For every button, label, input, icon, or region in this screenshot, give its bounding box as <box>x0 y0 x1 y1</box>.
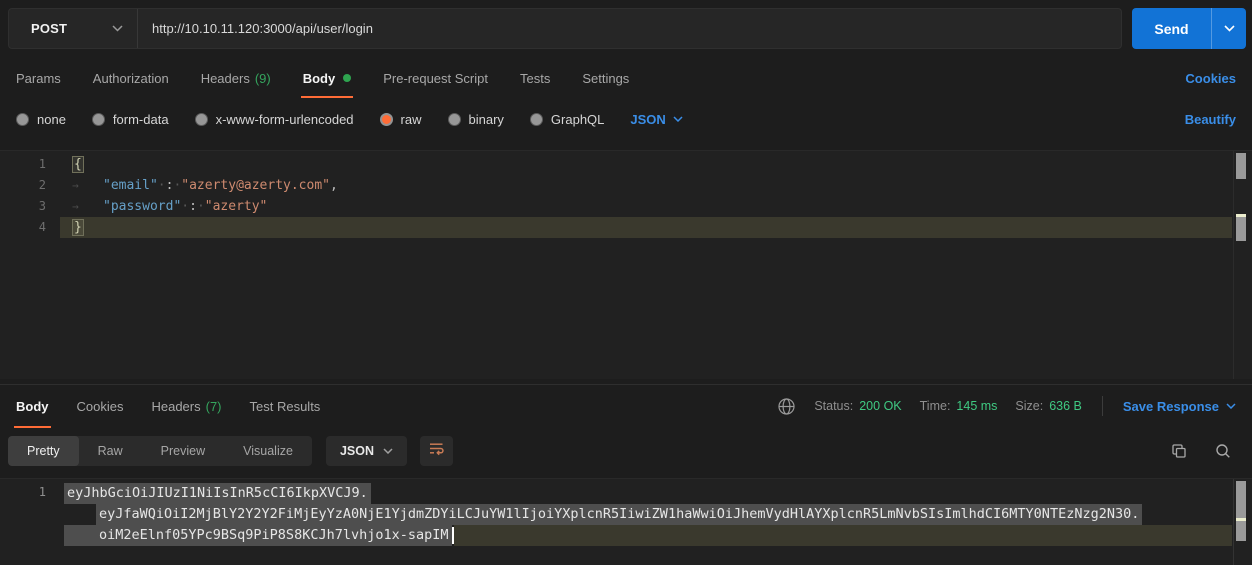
method-label: POST <box>31 21 67 36</box>
cookies-link[interactable]: Cookies <box>1185 71 1236 86</box>
view-visualize[interactable]: Visualize <box>224 436 312 466</box>
tab-authorization[interactable]: Authorization <box>93 58 169 98</box>
code-line: 1 { <box>0 154 1252 175</box>
response-tab-body[interactable]: Body <box>16 385 49 428</box>
scrollbar-thumb[interactable] <box>1236 217 1246 241</box>
radio-none[interactable]: none <box>16 112 66 127</box>
time-indicator: Time:145 ms <box>920 399 998 413</box>
response-scrollbar[interactable] <box>1233 479 1247 565</box>
scrollbar-thumb[interactable] <box>1236 153 1246 179</box>
line-number: 3 <box>0 196 60 217</box>
radio-binary[interactable]: binary <box>448 112 504 127</box>
radio-form-data[interactable]: form-data <box>92 112 169 127</box>
tab-tests[interactable]: Tests <box>520 58 550 98</box>
method-select[interactable]: POST <box>9 9 137 48</box>
code-line: 3 →"password"·:·"azerty" <box>0 196 1252 217</box>
line-number: 4 <box>0 217 60 238</box>
body-content-dot <box>343 74 351 82</box>
chevron-down-icon <box>673 116 683 122</box>
close-brace: } <box>72 219 84 236</box>
body-language-select[interactable]: JSON <box>630 112 682 127</box>
radio-icon <box>530 113 543 126</box>
response-tab-test-results[interactable]: Test Results <box>250 385 321 428</box>
tab-whitespace-icon: → <box>72 196 103 217</box>
url-field: POST http://10.10.11.120:3000/api/user/l… <box>8 8 1122 49</box>
radio-graphql[interactable]: GraphQL <box>530 112 604 127</box>
current-line-highlight <box>454 525 1233 546</box>
network-globe-icon[interactable] <box>777 397 796 416</box>
beautify-link[interactable]: Beautify <box>1185 112 1236 127</box>
code-line-current: 4 } <box>0 217 1252 238</box>
response-tab-cookies[interactable]: Cookies <box>77 385 124 428</box>
tab-pre-request-script[interactable]: Pre-request Script <box>383 58 488 98</box>
status-value: 200 OK <box>859 399 901 413</box>
chevron-down-icon <box>1224 25 1235 32</box>
request-tabs: Params Authorization Headers(9) Body Pre… <box>16 58 1236 98</box>
tab-settings[interactable]: Settings <box>582 58 629 98</box>
response-tab-headers[interactable]: Headers(7) <box>151 385 221 428</box>
radio-icon <box>92 113 105 126</box>
response-body-viewer[interactable]: 1 eyJhbGciOiJIUzI1NiIsInR5cCI6IkpXVCJ9. … <box>0 478 1252 565</box>
selected-text: oiM2eElnf05YPc9BSq9PiP8S8KCJh7lvhjo1x-sa… <box>64 525 452 546</box>
body-type-bar: none form-data x-www-form-urlencoded raw… <box>16 100 1236 138</box>
scrollbar-thumb[interactable] <box>1236 521 1246 541</box>
request-body-editor[interactable]: 1 { 2 →"email"·:·"azerty@azerty.com", 3 … <box>0 150 1252 379</box>
radio-icon <box>195 113 208 126</box>
tab-headers[interactable]: Headers(9) <box>201 58 271 98</box>
response-header: Body Cookies Headers(7) Test Results Sta… <box>0 384 1252 427</box>
selected-text: eyJhbGciOiJIUzI1NiIsInR5cCI6IkpXVCJ9. <box>64 483 371 504</box>
jwt-signature-row: oiM2eElnf05YPc9BSq9PiP8S8KCJh7lvhjo1x-sa… <box>0 525 1252 546</box>
response-view-switch: Pretty Raw Preview Visualize <box>8 436 312 466</box>
view-pretty[interactable]: Pretty <box>8 436 79 466</box>
postman-window: POST http://10.10.11.120:3000/api/user/l… <box>0 0 1252 565</box>
open-brace: { <box>72 156 84 173</box>
time-value: 145 ms <box>956 399 997 413</box>
status-indicator: Status:200 OK <box>814 399 901 413</box>
radio-raw[interactable]: raw <box>380 112 422 127</box>
response-headers-count: (7) <box>206 399 222 414</box>
headers-count: (9) <box>255 71 271 86</box>
chevron-down-icon <box>1226 403 1236 409</box>
response-actions <box>1170 442 1244 460</box>
response-meta: Status:200 OK Time:145 ms Size:636 B Sav… <box>777 396 1236 416</box>
line-number: 1 <box>0 154 60 175</box>
divider <box>1102 396 1103 416</box>
tab-whitespace-icon: → <box>72 175 103 196</box>
size-indicator: Size:636 B <box>1015 399 1081 413</box>
radio-icon <box>16 113 29 126</box>
search-icon[interactable] <box>1214 442 1232 460</box>
copy-icon[interactable] <box>1170 442 1188 460</box>
line-number: 2 <box>0 175 60 196</box>
request-url-bar: POST http://10.10.11.120:3000/api/user/l… <box>8 8 1246 49</box>
radio-x-www-form-urlencoded[interactable]: x-www-form-urlencoded <box>195 112 354 127</box>
radio-icon <box>448 113 461 126</box>
response-toolbar: Pretty Raw Preview Visualize JSON <box>8 432 1244 470</box>
tab-params[interactable]: Params <box>16 58 61 98</box>
jwt-payload-row: eyJfaWQiOiI2MjBlY2Y2Y2FiMjEyYzA0NjE1Yjdm… <box>0 504 1252 525</box>
code-line: 2 →"email"·:·"azerty@azerty.com", <box>0 175 1252 196</box>
response-tabs: Body Cookies Headers(7) Test Results <box>16 385 320 427</box>
wrap-lines-icon <box>428 440 445 462</box>
send-options-button[interactable] <box>1211 8 1246 49</box>
radio-selected-icon <box>380 113 393 126</box>
wrap-lines-button[interactable] <box>420 436 453 466</box>
response-line-number: 1 <box>0 485 60 499</box>
response-language-select[interactable]: JSON <box>326 436 407 466</box>
view-preview[interactable]: Preview <box>142 436 224 466</box>
send-button[interactable]: Send <box>1132 8 1211 49</box>
url-input[interactable]: http://10.10.11.120:3000/api/user/login <box>138 21 1121 36</box>
size-value: 636 B <box>1049 399 1082 413</box>
editor-scrollbar[interactable] <box>1233 151 1247 379</box>
tab-body[interactable]: Body <box>303 58 352 98</box>
scrollbar-thumb[interactable] <box>1236 481 1246 518</box>
jwt-header-row: eyJhbGciOiJIUzI1NiIsInR5cCI6IkpXVCJ9. <box>0 483 1252 504</box>
send-split-button: Send <box>1132 8 1246 49</box>
chevron-down-icon <box>112 25 123 32</box>
chevron-down-icon <box>383 448 393 454</box>
save-response-button[interactable]: Save Response <box>1123 399 1236 414</box>
view-raw[interactable]: Raw <box>79 436 142 466</box>
selected-text: eyJfaWQiOiI2MjBlY2Y2Y2FiMjEyYzA0NjE1Yjdm… <box>96 504 1142 525</box>
